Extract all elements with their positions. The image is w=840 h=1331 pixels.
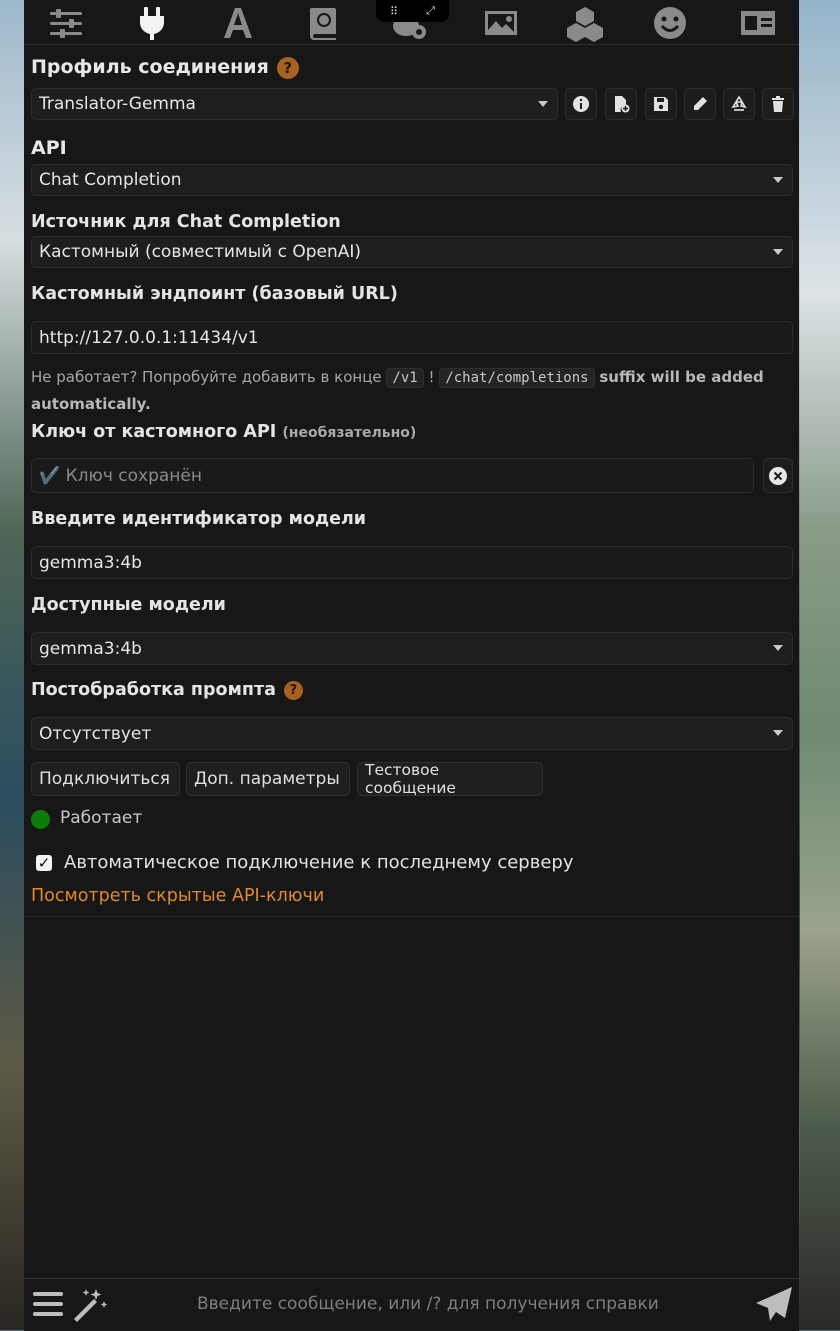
file-plus-icon [615,96,630,113]
drag-handle[interactable]: ⠿ ⤢ [376,0,449,22]
status-text: Работает [60,808,143,828]
sliders-icon[interactable] [44,4,88,42]
auto-connect-checkbox[interactable]: ✓ [36,855,52,871]
info-icon [573,96,589,112]
api-key-optional: (необязательно) [282,425,417,441]
prompt-postprocessing-title: Постобработка промпта [31,680,276,700]
available-models-value: gemma3:4b [39,638,142,659]
profile-delete-button[interactable] [762,88,794,120]
profile-info-button[interactable] [565,88,597,120]
endpoint-input[interactable]: http://127.0.0.1:11434/v1 [31,321,793,354]
hint-bang: ! [428,368,435,386]
help-icon[interactable]: ? [276,56,299,79]
top-nav-bar: ⠿ ⤢ [24,0,799,45]
model-id-value: gemma3:4b [39,552,142,573]
connection-profile-value: Translator-Gemma [39,94,196,114]
save-icon [654,97,668,111]
test-message-button[interactable]: Тестовое сообщение [357,761,543,797]
message-input[interactable]: Введите сообщение, или /? для получения … [197,1294,659,1314]
connection-profile-heading: Профиль соединения? [31,56,299,79]
image-icon[interactable] [479,4,523,42]
chevron-down-icon [538,101,548,107]
grip-icon[interactable]: ⠿ [390,5,398,18]
extra-params-button[interactable]: Доп. параметры [186,762,350,796]
background-left-strip [0,0,24,1330]
endpoint-hint: Не работает? Попробуйте добавить в конце… [31,364,791,417]
hint-text: Не работает? Попробуйте добавить в конце [31,368,382,386]
pencil-icon [694,97,707,110]
api-key-title: Ключ от кастомного API [31,422,277,442]
api-heading: API [31,137,67,159]
chat-source-select[interactable]: Кастомный (совместимый с OpenAI) [31,236,793,268]
api-key-placeholder: ✔️ Ключ сохранён [39,465,202,486]
profile-save-button[interactable] [645,88,677,120]
endpoint-heading: Кастомный эндпоинт (базовый URL) [31,284,398,304]
hint-code-chat: /chat/completions [439,368,595,388]
chevron-down-icon [773,645,783,651]
send-icon[interactable] [754,1285,794,1329]
trash-icon [772,96,784,112]
api-key-input[interactable]: ✔️ Ключ сохранён [31,458,754,493]
clear-key-button[interactable] [763,458,793,493]
prompt-postprocessing-heading: Постобработка промпта? [31,680,303,700]
hint-code-v1: /v1 [386,368,424,388]
plug-icon[interactable] [130,4,174,42]
font-icon[interactable] [216,4,260,42]
menu-icon[interactable] [32,1289,64,1323]
prompt-postprocessing-select[interactable]: Отсутствует [31,717,793,750]
help-icon[interactable]: ? [283,680,303,700]
profile-reload-button[interactable] [723,88,755,120]
model-id-input[interactable]: gemma3:4b [31,546,793,579]
connection-profile-title: Профиль соединения [31,56,269,78]
status-indicator [31,810,50,829]
background-right-strip [800,0,840,1330]
smiley-icon[interactable] [648,4,692,42]
chat-source-value: Кастомный (совместимый с OpenAI) [39,242,362,262]
panel-divider [24,916,799,917]
message-composer: Введите сообщение, или /? для получения … [24,1278,799,1331]
endpoint-value: http://127.0.0.1:11434/v1 [39,327,259,348]
close-circle-icon [769,466,787,485]
cubes-icon[interactable] [563,4,607,42]
profile-rename-button[interactable] [684,88,716,120]
profile-create-button[interactable] [605,88,637,120]
chevron-down-icon [773,730,783,736]
api-value: Chat Completion [39,170,182,190]
chevron-down-icon [773,177,783,183]
auto-connect-label[interactable]: Автоматическое подключение к последнему … [64,852,573,873]
id-card-icon[interactable] [736,4,780,42]
prompt-postprocessing-value: Отсутствует [39,723,152,744]
model-id-heading: Введите идентификатор модели [31,509,367,529]
chat-source-heading: Источник для Chat Completion [31,212,341,232]
connection-profile-select[interactable]: Translator-Gemma [31,88,558,120]
expand-icon[interactable]: ⤢ [426,4,435,18]
recycle-icon [731,95,747,111]
chevron-down-icon [773,249,783,255]
connect-button[interactable]: Подключиться [31,762,180,796]
book-icon[interactable] [302,4,346,42]
api-select[interactable]: Chat Completion [31,164,793,196]
api-key-heading: Ключ от кастомного API (необязательно) [31,422,416,442]
api-connections-panel: ⠿ ⤢ Профиль соединения? Translator-Gemma [24,0,799,1330]
view-hidden-keys-link[interactable]: Посмотреть скрытые API-ключи [31,886,324,906]
magic-wand-icon[interactable] [70,1285,110,1329]
available-models-select[interactable]: gemma3:4b [31,632,793,665]
available-models-heading: Доступные модели [31,595,226,615]
